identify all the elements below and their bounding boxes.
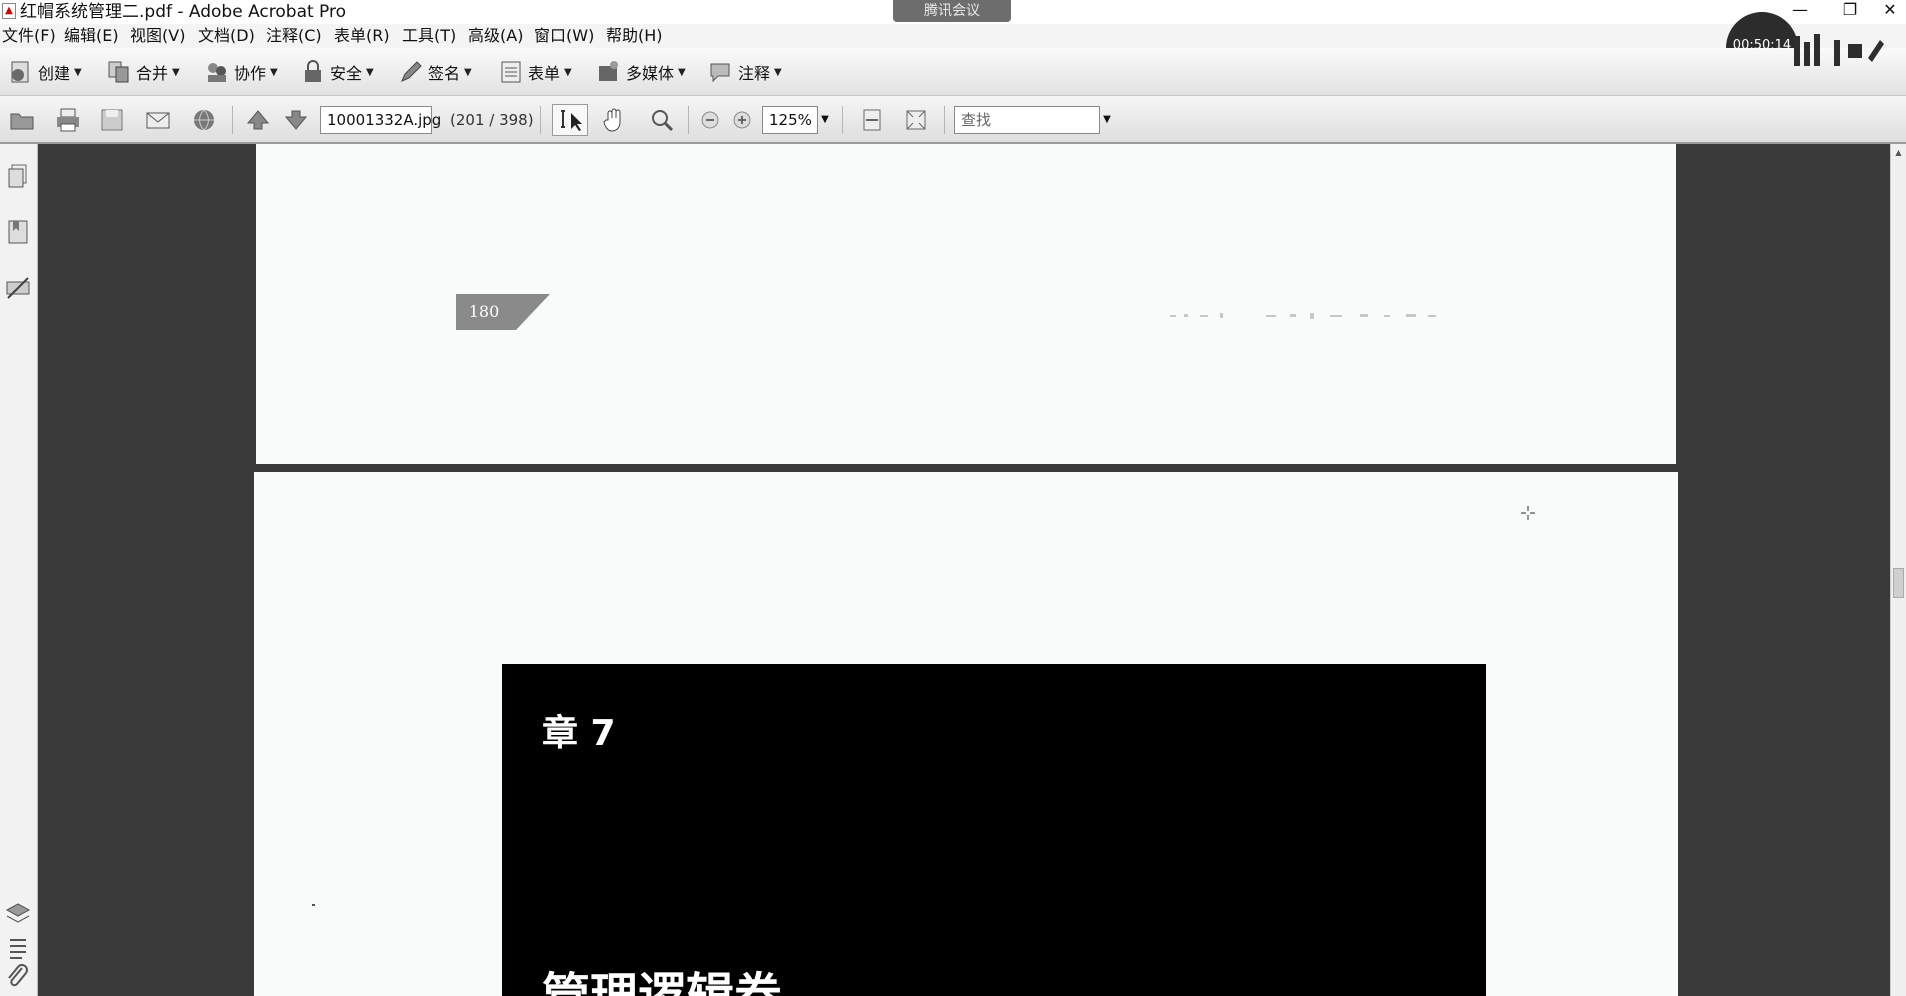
menu-file[interactable]: 文件(F) <box>2 24 56 48</box>
zoom-dropdown-icon[interactable]: ▼ <box>818 106 832 134</box>
secure-button[interactable]: 安全 ▼ <box>300 55 374 89</box>
page-running-header <box>1170 313 1436 319</box>
create-label: 创建 <box>38 64 71 83</box>
scroll-up-arrow-icon[interactable]: ▲ <box>1893 146 1904 160</box>
next-page-icon[interactable] <box>282 106 310 134</box>
close-button[interactable]: ✕ <box>1870 0 1906 22</box>
zoom-tool-icon[interactable] <box>648 106 676 134</box>
forms-label: 表单 <box>528 64 561 83</box>
web-globe-icon[interactable] <box>190 106 218 134</box>
toolbar-separator <box>842 106 843 134</box>
combine-label: 合并 <box>136 64 169 83</box>
multimedia-icon <box>599 61 618 81</box>
menu-window[interactable]: 窗口(W) <box>534 24 594 48</box>
window-title: 红帽系统管理二.pdf - Adobe Acrobat Pro <box>20 2 347 22</box>
toolbar-separator <box>232 106 233 134</box>
sign-label: 签名 <box>428 64 461 83</box>
page-count: (201 / 398) <box>450 111 534 129</box>
zoom-out-icon[interactable] <box>696 106 724 134</box>
model-tree-icon[interactable] <box>4 934 32 962</box>
collaborate-icon <box>208 63 226 82</box>
bookmarks-icon[interactable] <box>4 218 32 246</box>
menu-bar: 文件(F) 编辑(E) 视图(V) 文档(D) 注释(C) 表单(R) 工具(T… <box>0 24 1906 48</box>
menu-help[interactable]: 帮助(H) <box>606 24 663 48</box>
chapter-label: 章 7 <box>542 713 616 754</box>
previous-page-icon[interactable] <box>244 106 272 134</box>
menu-comments[interactable]: 注释(C) <box>266 24 322 48</box>
create-button[interactable]: 创建 ▼ <box>8 55 82 89</box>
collaborate-label: 协作 <box>234 64 267 83</box>
pen-icon <box>401 61 422 82</box>
pdf-file-icon: ▲ <box>2 3 16 19</box>
multimedia-label: 多媒体 <box>626 64 675 83</box>
lock-icon <box>305 60 321 82</box>
navigation-toolbar: 10001332A.jpg (201 / 398) 125% ▼ 查找 ▼ <box>0 96 1906 144</box>
full-screen-icon[interactable] <box>902 106 930 134</box>
chapter-title: 管理逻辑卷 <box>542 968 783 996</box>
layers-icon[interactable] <box>4 900 32 928</box>
main-toolbar: 创建 ▼ 合并 ▼ 协作 ▼ 安全 ▼ 签名 ▼ 表单 ▼ 多媒体 ▼ 注释 ▼ <box>0 48 1906 96</box>
combine-icon <box>108 61 129 83</box>
comment-label: 注释 <box>738 64 771 83</box>
vertical-scrollbar[interactable]: ▲ <box>1890 144 1906 996</box>
navigation-panel <box>0 144 38 996</box>
crosshair-cursor-icon <box>1521 506 1535 520</box>
search-dropdown-icon[interactable]: ▼ <box>1100 106 1114 134</box>
meeting-tab[interactable]: 腾讯会议 <box>893 0 1011 22</box>
title-bar: ▲ 红帽系统管理二.pdf - Adobe Acrobat Pro 腾讯会议 —… <box>0 0 1906 24</box>
menu-tools[interactable]: 工具(T) <box>402 24 456 48</box>
comment-icon <box>710 63 730 83</box>
multimedia-button[interactable]: 多媒体 ▼ <box>596 55 686 89</box>
page-input[interactable]: 10001332A.jpg <box>320 106 441 134</box>
toolbar-separator <box>540 106 541 134</box>
search-input[interactable]: 查找 <box>954 106 1100 134</box>
attachments-paperclip-icon[interactable] <box>4 962 32 990</box>
zoom-field[interactable]: 125% <box>762 106 818 134</box>
signatures-icon[interactable] <box>4 274 32 302</box>
toolbar-separator <box>944 106 945 134</box>
recording-audio-icon <box>1794 34 1884 66</box>
comment-button[interactable]: 注释 ▼ <box>708 55 782 89</box>
menu-advanced[interactable]: 高级(A) <box>468 24 523 48</box>
email-icon[interactable] <box>144 106 172 134</box>
zoom-in-icon[interactable] <box>728 106 756 134</box>
menu-document[interactable]: 文档(D) <box>198 24 255 48</box>
sign-button[interactable]: 签名 ▼ <box>398 55 472 89</box>
menu-view[interactable]: 视图(V) <box>130 24 185 48</box>
scrollbar-thumb[interactable] <box>1893 568 1904 598</box>
chapter-cover-block: 章 7 管理逻辑卷 <box>502 664 1486 996</box>
secure-label: 安全 <box>330 64 363 83</box>
toolbar-separator <box>688 106 689 134</box>
minimize-button[interactable]: — <box>1780 0 1820 22</box>
select-tool-button[interactable] <box>552 104 588 136</box>
recording-timer: 00:50:14 <box>1732 38 1792 53</box>
create-icon <box>11 61 29 83</box>
collaborate-button[interactable]: 协作 ▼ <box>204 55 278 89</box>
form-icon <box>501 61 521 83</box>
open-folder-icon[interactable] <box>8 106 36 134</box>
menu-forms[interactable]: 表单(R) <box>334 24 390 48</box>
fit-width-icon[interactable] <box>858 106 886 134</box>
hand-tool-icon[interactable] <box>600 106 628 134</box>
page-number: 180 <box>468 302 500 321</box>
page-speck <box>312 904 315 906</box>
print-icon[interactable] <box>54 106 82 134</box>
forms-button[interactable]: 表单 ▼ <box>498 55 572 89</box>
save-icon[interactable] <box>98 106 126 134</box>
text-select-cursor-icon <box>561 110 582 131</box>
menu-edit[interactable]: 编辑(E) <box>64 24 119 48</box>
restore-button[interactable]: ❐ <box>1830 0 1870 22</box>
combine-button[interactable]: 合并 ▼ <box>106 55 180 89</box>
pages-icon[interactable] <box>4 162 32 190</box>
